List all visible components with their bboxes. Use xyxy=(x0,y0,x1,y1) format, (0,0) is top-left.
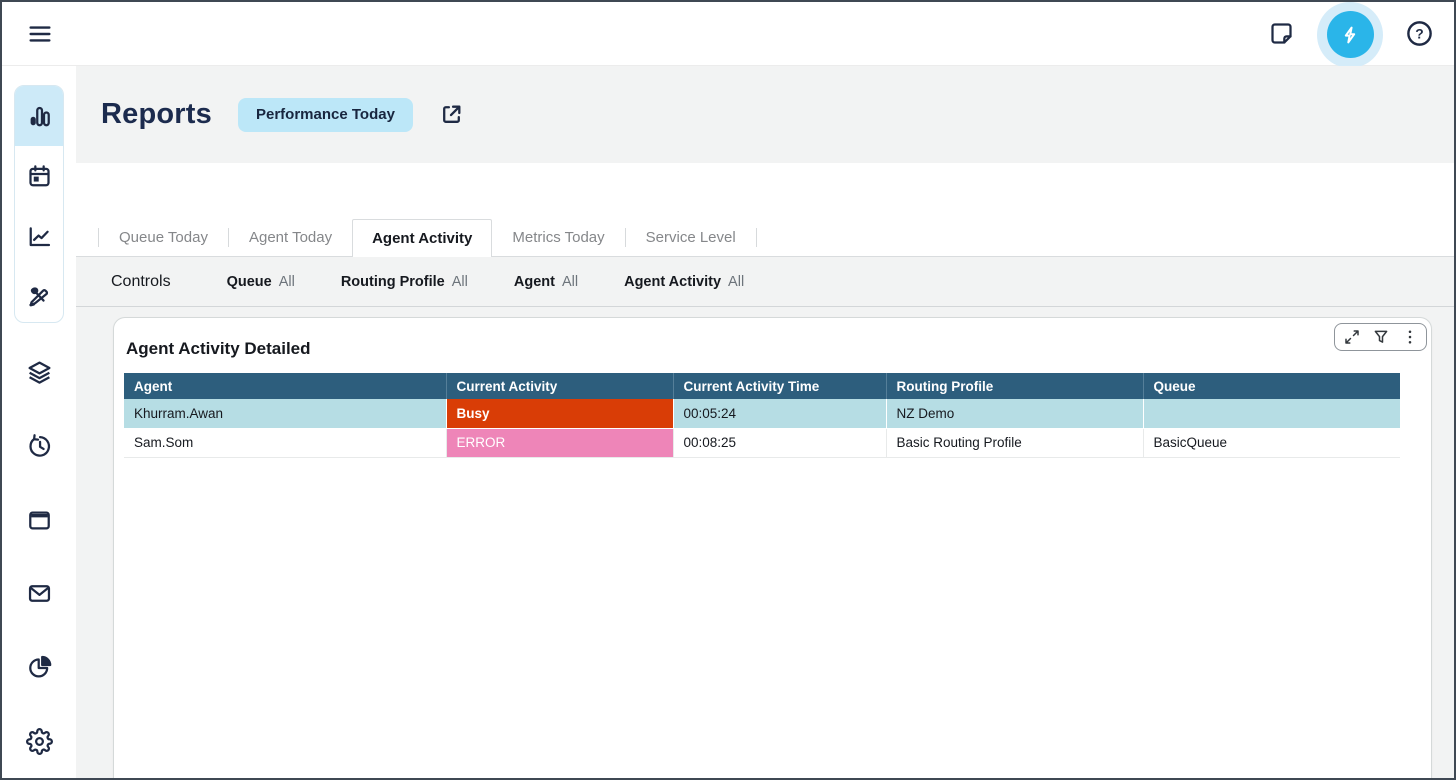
sidebar-item-historical-metrics[interactable] xyxy=(15,146,63,206)
cell-routing-profile: Basic Routing Profile xyxy=(886,428,1143,457)
cell-current-activity: Busy xyxy=(446,399,673,428)
table-header-row: Agent Current Activity Current Activity … xyxy=(124,373,1400,399)
cell-agent: Sam.Som xyxy=(124,428,446,457)
gear-icon xyxy=(26,728,53,755)
history-icon xyxy=(26,433,53,460)
tabs-band: Queue Today Agent Today Agent Activity M… xyxy=(76,163,1454,257)
page-header: Reports Performance Today xyxy=(76,66,1454,163)
tab-agent-activity[interactable]: Agent Activity xyxy=(352,219,492,257)
topbar-actions: ? xyxy=(1268,0,1434,68)
column-header-routing-profile[interactable]: Routing Profile xyxy=(886,373,1143,399)
filter-value: All xyxy=(728,274,744,290)
sidebar-item-settings[interactable] xyxy=(14,704,64,778)
sidebar-item-customize[interactable] xyxy=(15,266,63,323)
sidebar-item-analytics[interactable] xyxy=(14,631,64,705)
filter-icon xyxy=(1372,328,1390,346)
tabs-row: Queue Today Agent Today Agent Activity M… xyxy=(76,219,1454,257)
sidebar-item-browser-window[interactable] xyxy=(14,483,64,557)
expand-icon xyxy=(1343,328,1361,346)
filter-name: Routing Profile xyxy=(341,274,445,290)
more-options-button[interactable] xyxy=(1397,326,1422,348)
filter-button[interactable] xyxy=(1368,326,1393,348)
hamburger-menu-button[interactable] xyxy=(26,20,54,48)
report-badge[interactable]: Performance Today xyxy=(238,98,413,132)
table-row[interactable]: Khurram.Awan Busy 00:05:24 NZ Demo xyxy=(124,399,1400,428)
notes-icon xyxy=(1268,20,1295,47)
filter-queue[interactable]: Queue All xyxy=(227,274,295,290)
column-header-current-activity[interactable]: Current Activity xyxy=(446,373,673,399)
sidebar-item-reports[interactable] xyxy=(15,206,63,266)
window-icon xyxy=(26,507,53,534)
calendar-icon xyxy=(26,163,53,190)
agent-activity-table: Agent Current Activity Current Activity … xyxy=(124,373,1400,458)
help-icon: ? xyxy=(1405,19,1434,48)
cell-current-activity: ERROR xyxy=(446,428,673,457)
quick-actions-halo xyxy=(1317,2,1383,68)
quick-actions-button[interactable] xyxy=(1327,11,1374,58)
cell-queue xyxy=(1143,399,1400,428)
external-link-icon xyxy=(439,102,464,127)
filter-name: Agent Activity xyxy=(624,274,721,290)
cell-current-activity-time: 00:05:24 xyxy=(673,399,886,428)
mail-icon xyxy=(26,580,53,607)
design-brush-icon xyxy=(26,283,53,310)
sidebar-item-history[interactable] xyxy=(14,410,64,484)
help-button[interactable]: ? xyxy=(1405,19,1434,48)
tab-agent-today[interactable]: Agent Today xyxy=(229,219,352,256)
cell-queue: BasicQueue xyxy=(1143,428,1400,457)
agent-activity-card: Agent Activity Detailed Agent Current Ac… xyxy=(113,317,1432,778)
column-header-current-activity-time[interactable]: Current Activity Time xyxy=(673,373,886,399)
filter-name: Queue xyxy=(227,274,272,290)
sidebar-item-stacked-data[interactable] xyxy=(14,336,64,410)
column-header-queue[interactable]: Queue xyxy=(1143,373,1400,399)
line-chart-icon xyxy=(26,223,53,250)
bar-chart-icon xyxy=(26,103,53,130)
filter-agent[interactable]: Agent All xyxy=(514,274,578,290)
main-area: Reports Performance Today Queue Today Ag… xyxy=(76,66,1454,778)
tab-service-level[interactable]: Service Level xyxy=(626,219,756,256)
notes-button[interactable] xyxy=(1268,20,1295,47)
tab-queue-today[interactable]: Queue Today xyxy=(99,219,228,256)
cell-current-activity-time: 00:08:25 xyxy=(673,428,886,457)
table-row[interactable]: Sam.Som ERROR 00:08:25 Basic Routing Pro… xyxy=(124,428,1400,457)
pie-chart-icon xyxy=(26,654,53,681)
top-bar: ? xyxy=(2,2,1454,66)
tab-separator xyxy=(756,228,757,247)
content-area: Agent Activity Detailed Agent Current Ac… xyxy=(76,307,1454,778)
filter-agent-activity[interactable]: Agent Activity All xyxy=(624,274,744,290)
card-title: Agent Activity Detailed xyxy=(126,339,1421,359)
hamburger-menu-icon xyxy=(26,20,54,48)
cell-agent: Khurram.Awan xyxy=(124,399,446,428)
filter-value: All xyxy=(452,274,468,290)
filter-name: Agent xyxy=(514,274,555,290)
page-title: Reports xyxy=(101,98,212,131)
sidebar-nav-group xyxy=(14,85,64,323)
layers-icon xyxy=(26,359,53,386)
controls-bar: Controls Queue All Routing Profile All A… xyxy=(76,257,1454,307)
open-external-button[interactable] xyxy=(439,102,464,127)
lightning-bolt-icon xyxy=(1338,23,1362,47)
app-window: ? xyxy=(0,0,1456,780)
sidebar-item-mail[interactable] xyxy=(14,557,64,631)
svg-text:?: ? xyxy=(1415,25,1423,41)
sidebar xyxy=(2,66,76,778)
kebab-menu-icon xyxy=(1401,328,1419,346)
tab-metrics-today[interactable]: Metrics Today xyxy=(492,219,624,256)
card-toolbar xyxy=(1334,323,1427,351)
sidebar-item-realtime-metrics[interactable] xyxy=(15,86,63,146)
cell-routing-profile: NZ Demo xyxy=(886,399,1143,428)
controls-label: Controls xyxy=(111,273,171,291)
column-header-agent[interactable]: Agent xyxy=(124,373,446,399)
expand-button[interactable] xyxy=(1339,326,1364,348)
filter-value: All xyxy=(279,274,295,290)
filter-routing-profile[interactable]: Routing Profile All xyxy=(341,274,468,290)
filter-value: All xyxy=(562,274,578,290)
